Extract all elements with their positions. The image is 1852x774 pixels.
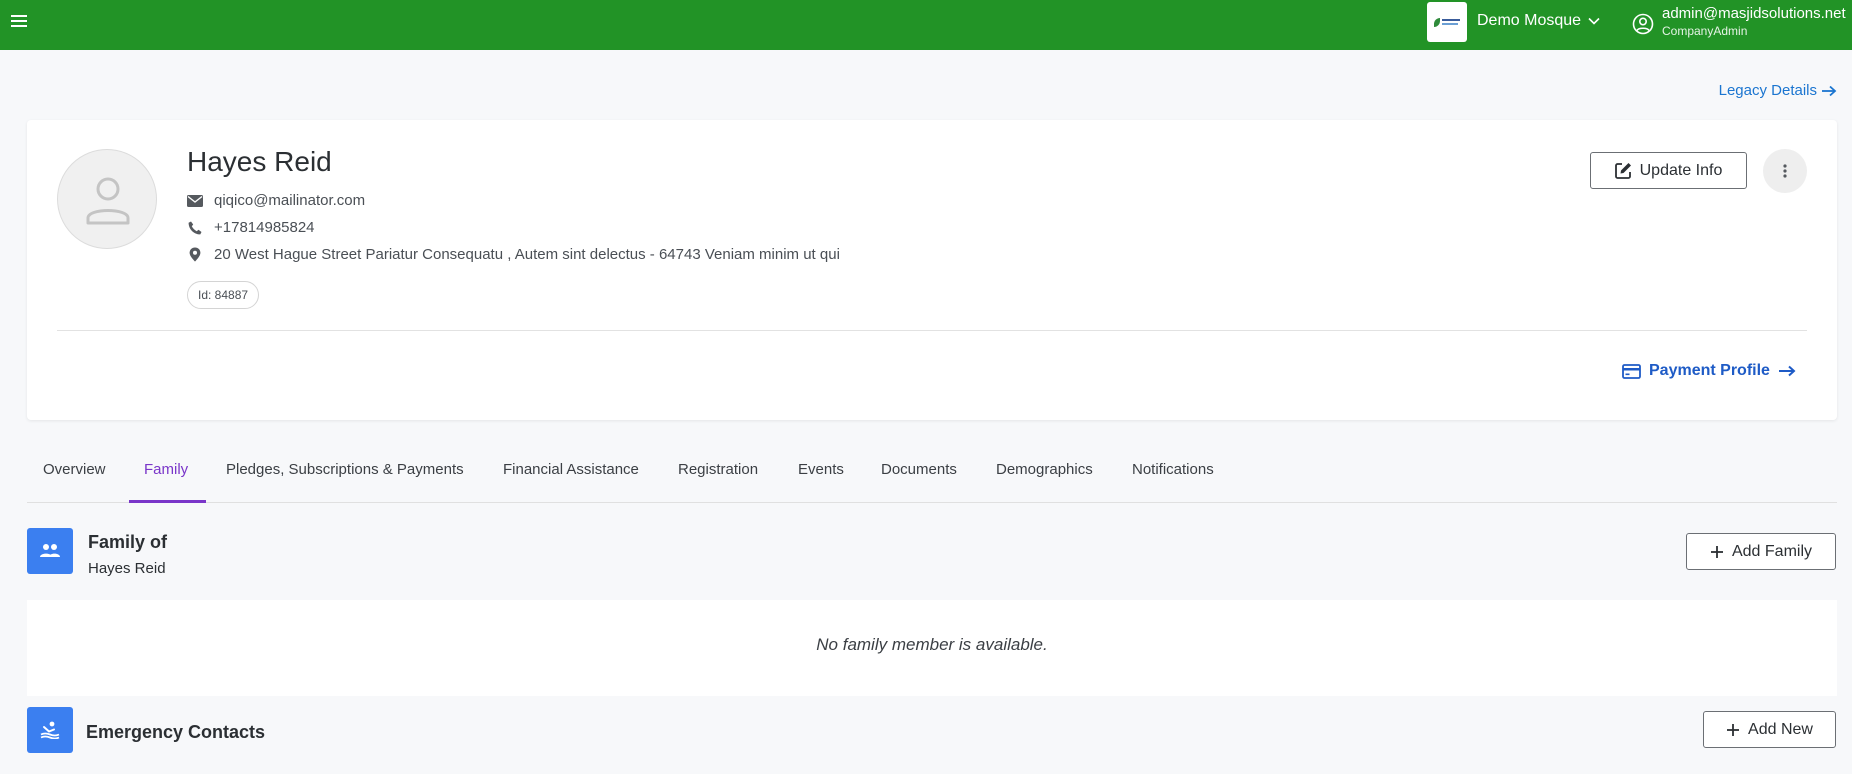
card-divider — [57, 330, 1807, 331]
emergency-section-title: Emergency Contacts — [86, 722, 266, 742]
profile-email: qiqico@mailinator.com — [214, 192, 366, 209]
plus-icon — [1727, 723, 1740, 736]
more-vertical-icon — [1783, 164, 1787, 178]
update-info-label: Update Info — [1639, 161, 1723, 179]
payment-profile-label: Payment Profile — [1649, 362, 1770, 379]
family-list-empty: No family member is available. — [27, 600, 1837, 696]
arrow-right-icon — [1822, 85, 1837, 96]
avatar — [57, 149, 157, 249]
profile-phone: +17814985824 — [214, 219, 315, 236]
chevron-down-icon[interactable] — [1587, 14, 1601, 28]
active-tab-indicator — [129, 500, 206, 503]
user-email[interactable]: admin@masjidsolutions.net — [1662, 5, 1846, 22]
empty-family-message: No family member is available. — [816, 635, 1048, 654]
tab-financial-assistance[interactable]: Financial Assistance — [503, 461, 639, 478]
profile-tabs: Overview Family Pledges, Subscriptions &… — [27, 440, 1837, 503]
credit-card-icon — [1622, 363, 1641, 379]
family-section-title: Family of — [88, 532, 168, 552]
menu-icon[interactable] — [11, 15, 27, 29]
location-pin-icon — [187, 247, 203, 263]
envelope-icon — [187, 193, 203, 209]
tab-registration[interactable]: Registration — [678, 461, 758, 478]
member-id-badge: Id: 84887 — [187, 281, 260, 309]
tab-demographics[interactable]: Demographics — [996, 461, 1093, 478]
org-name[interactable]: Demo Mosque — [1477, 12, 1581, 30]
legacy-details-label: Legacy Details — [1718, 82, 1817, 99]
add-emergency-contact-button[interactable]: Add New — [1703, 711, 1836, 748]
arrow-right-icon — [1778, 365, 1796, 377]
emergency-section-icon — [27, 707, 73, 753]
add-new-label: Add New — [1748, 720, 1813, 738]
phone-icon — [187, 220, 203, 236]
add-family-label: Add Family — [1731, 542, 1813, 560]
update-info-button[interactable]: Update Info — [1590, 152, 1747, 189]
user-role: CompanyAdmin — [1662, 24, 1748, 38]
tab-documents[interactable]: Documents — [881, 461, 957, 478]
edit-icon — [1614, 163, 1631, 179]
tab-family[interactable]: Family — [144, 461, 188, 478]
tab-events[interactable]: Events — [798, 461, 844, 478]
family-section-subtitle: Hayes Reid — [88, 560, 166, 577]
tab-overview[interactable]: Overview — [43, 461, 106, 478]
payment-profile-link[interactable]: Payment Profile — [1622, 362, 1796, 380]
plus-icon — [1710, 545, 1723, 558]
emergency-contact-icon — [40, 721, 60, 739]
user-account-icon[interactable] — [1632, 13, 1654, 35]
profile-card: Hayes Reid qiqico@mailinator.com +178149… — [27, 120, 1837, 420]
address-row: 20 West Hague Street Pariatur Consequatu… — [187, 246, 840, 263]
tab-pledges-subscriptions-payments[interactable]: Pledges, Subscriptions & Payments — [226, 461, 464, 478]
person-icon — [86, 177, 130, 225]
more-options-button[interactable] — [1763, 149, 1807, 193]
top-bar: Demo Mosque admin@masjidsolutions.net Co… — [0, 0, 1852, 50]
profile-name: Hayes Reid — [187, 146, 332, 177]
email-row: qiqico@mailinator.com — [187, 192, 365, 209]
family-section-icon — [27, 528, 73, 574]
legacy-details-link[interactable]: Legacy Details — [1719, 82, 1837, 99]
profile-address: 20 West Hague Street Pariatur Consequatu… — [214, 246, 840, 263]
org-logo — [1427, 2, 1467, 42]
tab-notifications[interactable]: Notifications — [1132, 461, 1214, 478]
people-icon — [40, 544, 60, 557]
add-family-button[interactable]: Add Family — [1686, 533, 1836, 570]
phone-row: +17814985824 — [187, 219, 315, 236]
